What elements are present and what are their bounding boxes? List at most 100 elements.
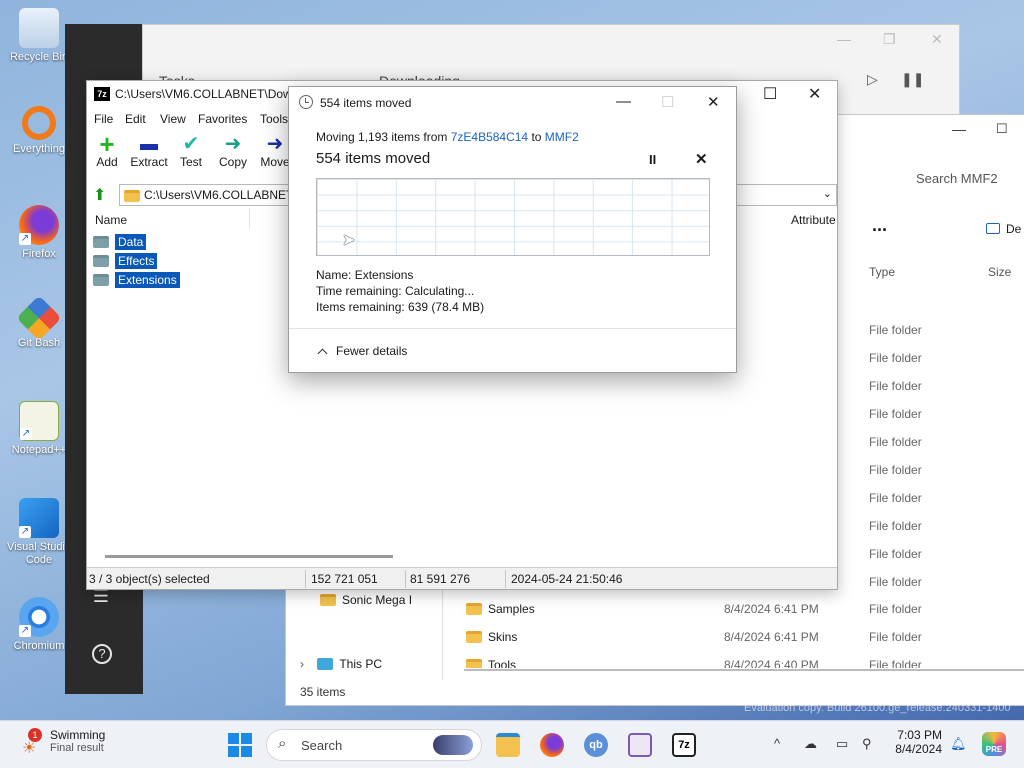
horizontal-scrollbar[interactable]: [464, 669, 1024, 671]
desktop-icon-firefox[interactable]: ↗ Firefox: [4, 205, 74, 260]
7zip-icon: 7z: [94, 87, 110, 101]
minimize-icon[interactable]: —: [837, 31, 851, 47]
play-icon[interactable]: ▷: [867, 71, 878, 88]
menu-view[interactable]: View: [160, 112, 186, 126]
chromium-icon: ↗: [19, 597, 59, 637]
show-hidden-icons[interactable]: ^: [774, 736, 780, 751]
address-text: C:\Users\VM6.COLLABNET\: [144, 188, 297, 202]
weather-widget[interactable]: 1 ☀ Swimming Final result: [22, 728, 105, 757]
type-cell: File folder: [869, 323, 922, 337]
item-count: 35 items: [300, 685, 346, 699]
status-modified: 2024-05-24 21:50:46: [511, 572, 623, 586]
desktop-icon-git-bash[interactable]: Git Bash: [4, 295, 74, 349]
more-options-icon[interactable]: ...: [872, 215, 887, 236]
evaluation-watermark: Evaluation copy. Build 26100.ge_release.…: [744, 702, 1011, 714]
desktop-icon-label: Visual Studio Code: [6, 541, 71, 566]
everything-search-icon: [22, 106, 56, 140]
copy-button[interactable]: ➜ Copy: [213, 133, 253, 169]
qbittorrent-icon[interactable]: qb: [584, 733, 608, 757]
minimize-icon[interactable]: —: [616, 93, 631, 110]
desktop-icon-chromium[interactable]: ↗ Chromium: [4, 597, 74, 652]
widget-subtitle: Final result: [50, 742, 104, 754]
test-button[interactable]: ✔ Test: [171, 133, 211, 169]
search-input[interactable]: Search MMF2: [908, 165, 1024, 195]
app-icon[interactable]: [628, 733, 652, 757]
maximize-icon[interactable]: ☐: [763, 84, 777, 104]
details-pane-icon: [986, 223, 1000, 234]
cancel-button[interactable]: ✕: [695, 150, 708, 168]
menu-edit[interactable]: Edit: [125, 112, 146, 126]
pause-icon[interactable]: ❚❚: [901, 71, 924, 88]
column-type[interactable]: Type: [869, 265, 895, 279]
vscode-icon: ↗: [19, 498, 59, 538]
tool-label: Add: [96, 155, 118, 169]
display-icon[interactable]: ▭: [836, 736, 848, 752]
extract-button[interactable]: Extract: [129, 133, 169, 169]
list-item[interactable]: Extensions: [93, 272, 180, 290]
type-cell: File folder: [869, 519, 922, 533]
table-row[interactable]: Samples: [466, 602, 535, 616]
add-button[interactable]: + Add: [87, 131, 127, 169]
help-icon[interactable]: ?: [92, 644, 112, 664]
table-row[interactable]: Skins: [466, 630, 517, 644]
test-icon: ✔: [182, 133, 200, 155]
taskbar-search[interactable]: ⌕ Search: [266, 729, 482, 761]
network-icon[interactable]: ⚲: [862, 736, 872, 752]
nav-item-this-pc[interactable]: › This PC: [300, 657, 382, 671]
desktop-icon-notepad-plus-plus[interactable]: ↗ Notepad++: [4, 401, 74, 456]
close-icon[interactable]: ✕: [808, 84, 821, 104]
folder-icon: [93, 236, 109, 248]
source-folder-link[interactable]: 7zE4B584C14: [451, 130, 528, 144]
nav-item-sonic[interactable]: Sonic Mega I: [320, 593, 412, 607]
row-date: 8/4/2024 6:40 PM: [724, 658, 819, 668]
status-selected: 3 / 3 object(s) selected: [89, 572, 210, 586]
notepad-plus-plus-icon: ↗: [19, 401, 59, 441]
7zip-icon[interactable]: 7z: [672, 733, 696, 757]
taskbar: 1 ☀ Swimming Final result ⌕ Search qb 7z…: [0, 720, 1024, 768]
menu-favorites[interactable]: Favorites: [198, 112, 247, 126]
value: 639 (78.4 MB): [408, 300, 485, 314]
detail-items-remaining: Items remaining: 639 (78.4 MB): [316, 300, 484, 314]
list-item[interactable]: Effects: [93, 253, 158, 271]
desktop-icon-everything[interactable]: Everything: [4, 106, 74, 155]
folder-icon: [93, 274, 109, 286]
desktop-icon-vscode[interactable]: ↗ Visual Studio Code: [4, 498, 74, 567]
notification-bell-icon[interactable]: 🔔︎: [950, 736, 967, 752]
file-explorer-icon[interactable]: [496, 733, 520, 757]
desktop-icon-recycle-bin[interactable]: Recycle Bin: [4, 8, 74, 63]
copilot-icon[interactable]: PRE: [982, 732, 1006, 756]
row-date: 8/4/2024 6:41 PM: [724, 630, 819, 644]
table-row[interactable]: Tools: [466, 658, 516, 668]
maximize-icon[interactable]: ☐: [996, 121, 1008, 137]
fewer-details-button[interactable]: Fewer details: [317, 344, 407, 359]
row-type: File folder: [869, 630, 922, 644]
firefox-icon[interactable]: [540, 733, 564, 757]
column-attributes[interactable]: Attribute: [791, 213, 836, 227]
details-pane-button[interactable]: De: [986, 222, 1021, 236]
pause-button[interactable]: II: [649, 152, 656, 167]
column-name[interactable]: Name: [95, 213, 127, 227]
menu-file[interactable]: File: [94, 112, 113, 126]
this-pc-icon: [317, 658, 334, 670]
cloud-icon[interactable]: ☁: [804, 736, 817, 752]
maximize-icon[interactable]: ❐: [883, 31, 896, 48]
windows-start-icon[interactable]: [228, 733, 252, 757]
value: Extensions: [354, 268, 414, 282]
column-size[interactable]: Size: [988, 265, 1011, 279]
system-clock[interactable]: 7:03 PM 8/4/2024: [888, 728, 942, 756]
clock-icon: [299, 95, 313, 109]
item-label: Extensions: [115, 272, 180, 288]
value: Calculating...: [404, 284, 475, 298]
horizontal-scrollbar[interactable]: [105, 555, 393, 558]
up-folder-icon[interactable]: ⬆: [93, 185, 106, 205]
chevron-down-icon[interactable]: ⌄: [823, 187, 832, 200]
destination-folder-link[interactable]: MMF2: [545, 130, 579, 144]
item-label: Effects: [115, 253, 158, 269]
minimize-icon[interactable]: —: [952, 121, 966, 137]
menu-tools[interactable]: Tools: [260, 112, 288, 126]
close-icon[interactable]: ✕: [931, 31, 943, 48]
close-icon[interactable]: ✕: [707, 93, 720, 111]
search-icon: ⌕: [278, 735, 287, 752]
list-item[interactable]: Data: [93, 234, 147, 252]
tool-label: Copy: [218, 155, 247, 169]
